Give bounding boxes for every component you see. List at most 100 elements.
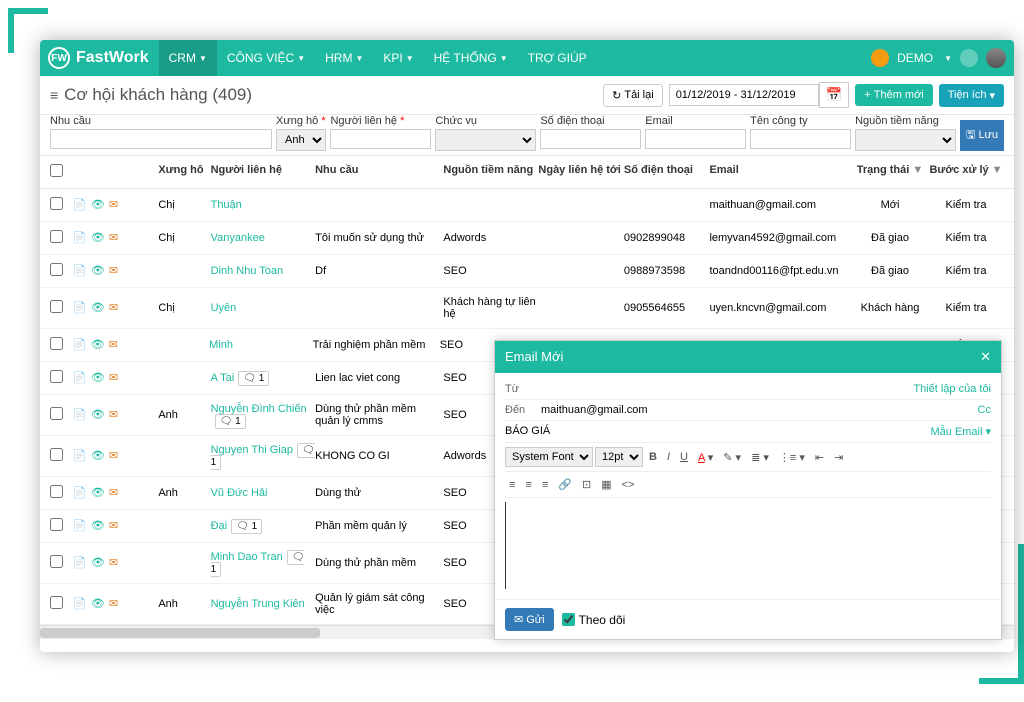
email-cc-link[interactable]: Cc (978, 404, 991, 416)
number-list-icon[interactable]: ⋮≡ ▾ (775, 449, 809, 466)
contact-link[interactable]: Minh (209, 339, 233, 351)
highlight-icon[interactable]: ✎ ▾ (719, 449, 745, 466)
eye-icon[interactable]: 👁 (91, 371, 105, 385)
italic-icon[interactable]: I (663, 449, 674, 465)
outdent-icon[interactable]: ⇤ (811, 449, 828, 466)
size-select[interactable]: 12pt (595, 447, 643, 467)
col-nguoilienhe[interactable]: Người liên hệ (211, 164, 316, 180)
filter-select-chucvu[interactable] (435, 129, 536, 151)
link-icon[interactable]: 🔗 (554, 476, 576, 493)
filter-icon[interactable]: ▼ (992, 164, 1003, 176)
col-sdt[interactable]: Số điện thoại (624, 164, 710, 180)
eye-icon[interactable]: 👁 (91, 519, 105, 533)
document-icon[interactable]: 📄 (73, 519, 87, 533)
nav-item-trợ giúp[interactable]: TRỢ GIÚP (518, 40, 597, 76)
bold-icon[interactable]: B (645, 449, 661, 465)
col-ngaylh[interactable]: Ngày liên hệ tới (538, 164, 624, 180)
underline-icon[interactable]: U (676, 449, 692, 465)
contact-link[interactable]: Vanyankee (211, 232, 265, 244)
filter-select-xungho[interactable]: Anh (276, 129, 326, 151)
contact-link[interactable]: Nguyễn Trung Kiên (211, 598, 305, 610)
document-icon[interactable]: 📄 (73, 231, 87, 245)
add-new-button[interactable]: + Thêm mới (855, 84, 932, 106)
save-button[interactable]: 🖫 Lưu (960, 120, 1004, 151)
email-body-editor[interactable] (505, 502, 506, 589)
filter-input-nhucau[interactable] (50, 129, 272, 149)
contact-link[interactable]: Thuận (211, 199, 242, 211)
eye-icon[interactable]: 👁 (91, 231, 105, 245)
mail-icon[interactable]: ✉ (109, 449, 123, 463)
row-checkbox[interactable] (50, 263, 63, 276)
filter-icon[interactable]: ▼ (912, 164, 923, 176)
col-xungho[interactable]: Xưng hô (158, 164, 210, 180)
follow-checkbox-label[interactable]: Theo dõi (562, 608, 626, 631)
col-email[interactable]: Email (709, 164, 852, 180)
filter-select-nguontn[interactable] (855, 129, 956, 151)
filter-input-nguoilienhe[interactable] (330, 129, 431, 149)
row-checkbox[interactable] (50, 518, 63, 531)
contact-link[interactable]: Nguyen Thi Giap (211, 444, 293, 456)
col-nguontn[interactable]: Nguồn tiềm năng (443, 164, 538, 180)
table-icon[interactable]: ▦ (597, 476, 615, 493)
mail-icon[interactable]: ✉ (109, 371, 123, 385)
document-icon[interactable]: 📄 (73, 371, 87, 385)
row-checkbox[interactable] (50, 555, 63, 568)
mail-icon[interactable]: ✉ (109, 198, 123, 212)
mail-icon[interactable]: ✉ (109, 231, 123, 245)
mail-icon[interactable]: ✉ (109, 264, 123, 278)
document-icon[interactable]: 📄 (73, 556, 87, 570)
font-select[interactable]: System Font (505, 447, 593, 467)
mail-icon[interactable]: ✉ (109, 486, 123, 500)
utilities-button[interactable]: Tiện ích ▾ (939, 84, 1004, 107)
close-icon[interactable]: ✕ (980, 349, 991, 365)
date-range-input[interactable] (669, 84, 819, 106)
eye-icon[interactable]: 👁 (91, 556, 105, 570)
document-icon[interactable]: 📄 (73, 486, 87, 500)
mail-icon[interactable]: ✉ (109, 301, 123, 315)
mail-icon[interactable]: ✉ (109, 556, 123, 570)
contact-link[interactable]: A Tai (211, 372, 235, 384)
document-icon[interactable]: 📄 (73, 198, 87, 212)
help-icon[interactable] (960, 49, 978, 67)
nav-item-công việc[interactable]: CÔNG VIỆC ▼ (217, 40, 315, 76)
mail-icon[interactable]: ✉ (109, 408, 123, 422)
col-buocxl[interactable]: Bước xử lý▼ (928, 164, 1004, 180)
filter-input-email[interactable] (645, 129, 746, 149)
row-checkbox[interactable] (50, 448, 63, 461)
mail-icon[interactable]: ✉ (109, 338, 123, 352)
contact-link[interactable]: Vũ Đức Hải (211, 487, 268, 499)
calendar-button[interactable]: 📅 (819, 82, 850, 108)
nav-item-kpi[interactable]: KPI ▼ (373, 40, 423, 76)
contact-link[interactable]: Minh Dao Tran (211, 551, 283, 563)
row-checkbox[interactable] (50, 337, 63, 350)
row-checkbox[interactable] (50, 230, 63, 243)
filter-input-sdt[interactable] (540, 129, 641, 149)
document-icon[interactable]: 📄 (73, 264, 87, 278)
eye-icon[interactable]: 👁 (91, 198, 105, 212)
email-to-value[interactable]: maithuan@gmail.com (541, 404, 648, 416)
nav-item-hệ thống[interactable]: HỆ THỐNG ▼ (424, 40, 518, 76)
avatar[interactable] (986, 48, 1006, 68)
row-checkbox[interactable] (50, 407, 63, 420)
document-icon[interactable]: 📄 (73, 408, 87, 422)
col-trangthai[interactable]: Trạng thái▼ (852, 164, 928, 180)
document-icon[interactable]: 📄 (73, 597, 87, 611)
send-button[interactable]: ✉ Gửi (505, 608, 554, 631)
align-center-icon[interactable]: ≡ (521, 477, 535, 493)
document-icon[interactable]: 📄 (73, 301, 87, 315)
row-checkbox[interactable] (50, 197, 63, 210)
follow-checkbox[interactable] (562, 613, 575, 626)
col-nhucau[interactable]: Nhu cầu (315, 164, 443, 180)
email-template-link[interactable]: Mẫu Email ▾ (930, 425, 991, 438)
mail-icon[interactable]: ✉ (109, 519, 123, 533)
mail-icon[interactable]: ✉ (109, 597, 123, 611)
align-left-icon[interactable]: ≡ (505, 477, 519, 493)
text-color-icon[interactable]: A ▾ (694, 449, 717, 466)
row-checkbox[interactable] (50, 485, 63, 498)
row-checkbox[interactable] (50, 596, 63, 609)
eye-icon[interactable]: 👁 (91, 449, 105, 463)
contact-link[interactable]: Uyên (211, 302, 237, 314)
code-icon[interactable]: <> (618, 477, 639, 493)
document-icon[interactable]: 📄 (73, 338, 87, 352)
nav-item-crm[interactable]: CRM ▼ (159, 40, 217, 76)
